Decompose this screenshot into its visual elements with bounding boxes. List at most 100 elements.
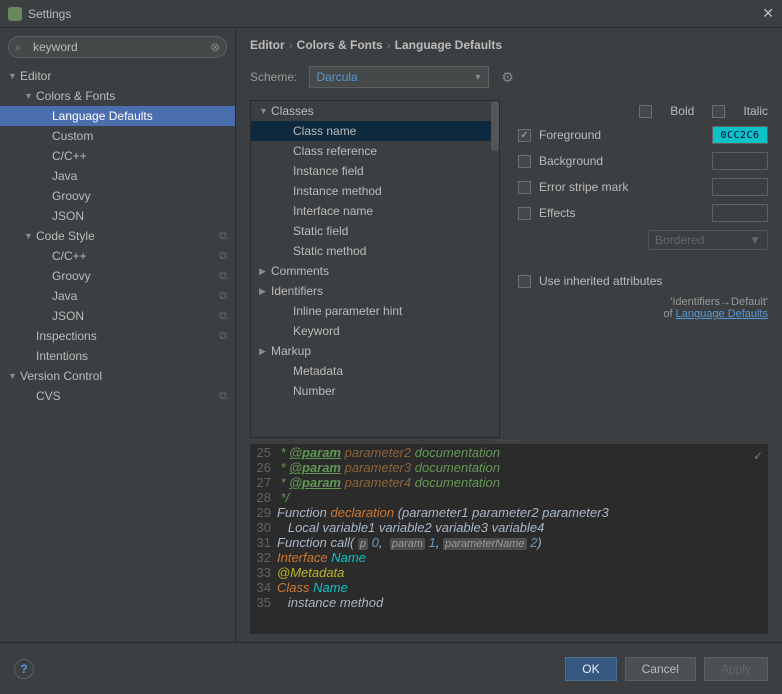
attribute-item[interactable]: Static method — [251, 241, 499, 261]
attribute-label: Identifiers — [271, 284, 323, 298]
search-input[interactable] — [8, 36, 227, 58]
attribute-label: Comments — [271, 264, 329, 278]
sidebar-item[interactable]: Java — [0, 166, 235, 186]
ok-button[interactable]: OK — [565, 657, 616, 681]
gear-icon[interactable]: ⚙ — [501, 69, 514, 86]
sidebar-item[interactable]: Java⧉ — [0, 286, 235, 306]
breadcrumb: Editor›Colors & Fonts›Language Defaults — [236, 28, 782, 58]
attribute-item[interactable]: Interface name — [251, 201, 499, 221]
attribute-item[interactable]: Class reference — [251, 141, 499, 161]
line-number: 28 — [251, 490, 277, 505]
scope-icon: ⧉ — [219, 310, 227, 323]
attribute-item[interactable]: ▶Markup — [251, 341, 499, 361]
cancel-button[interactable]: Cancel — [625, 657, 696, 681]
sidebar-item[interactable]: Groovy — [0, 186, 235, 206]
errorstripe-checkbox[interactable] — [518, 181, 531, 194]
preview-editor[interactable]: ✓ 25 * @param parameter2 documentation26… — [250, 444, 768, 634]
sidebar-item-label: Groovy — [52, 189, 227, 203]
sidebar-item-label: CVS — [36, 389, 219, 403]
effects-label: Effects — [539, 206, 704, 220]
sidebar-item[interactable]: Custom — [0, 126, 235, 146]
line-number: 26 — [251, 460, 277, 475]
foreground-swatch[interactable]: 0CC2C6 — [712, 126, 768, 144]
line-number: 30 — [251, 520, 277, 535]
code-line: 28 */ — [251, 490, 767, 505]
close-icon[interactable]: ✕ — [762, 5, 774, 22]
sidebar-item-label: Intentions — [36, 349, 227, 363]
attribute-item[interactable]: Instance field — [251, 161, 499, 181]
scheme-combo[interactable]: Darcula ▼ — [309, 66, 489, 88]
line-number: 31 — [251, 535, 277, 550]
breadcrumb-b: Colors & Fonts — [297, 38, 383, 52]
attribute-list[interactable]: ▼ClassesClass nameClass reference Instanc… — [250, 100, 500, 438]
code-line: 34Class Name — [251, 580, 767, 595]
code-line: 32Interface Name — [251, 550, 767, 565]
app-icon — [8, 7, 22, 21]
attribute-label: Instance field — [293, 164, 364, 178]
scope-icon: ⧉ — [219, 230, 227, 243]
italic-checkbox[interactable] — [712, 105, 725, 118]
sidebar-item[interactable]: C/C++ — [0, 146, 235, 166]
background-swatch[interactable] — [712, 152, 768, 170]
sidebar: ⌕ ⊗ ▼Editor▼Colors & FontsLanguage Defau… — [0, 28, 236, 642]
scope-icon: ⧉ — [219, 330, 227, 343]
bold-checkbox[interactable] — [639, 105, 652, 118]
sidebar-item-label: Editor — [20, 69, 227, 83]
attribute-label: Static field — [293, 224, 348, 238]
scheme-value: Darcula — [316, 70, 357, 84]
background-label: Background — [539, 154, 704, 168]
sidebar-item[interactable]: Language Defaults — [0, 106, 235, 126]
attribute-item[interactable]: Instance method — [251, 181, 499, 201]
sidebar-item[interactable]: ▼Editor — [0, 66, 235, 86]
sidebar-item[interactable]: JSON⧉ — [0, 306, 235, 326]
italic-label: Italic — [743, 104, 768, 118]
errorstripe-label: Error stripe mark — [539, 180, 704, 194]
sidebar-item[interactable]: ▼Code Style⧉ — [0, 226, 235, 246]
code-text: Function declaration (parameter1 paramet… — [277, 505, 609, 520]
attribute-item[interactable]: Keyword — [251, 321, 499, 341]
inherit-link[interactable]: Language Defaults — [676, 308, 768, 320]
arrow-icon: ▼ — [259, 106, 271, 116]
sidebar-item[interactable]: JSON — [0, 206, 235, 226]
scrollbar[interactable] — [491, 101, 499, 151]
attribute-item[interactable]: Static field — [251, 221, 499, 241]
code-text: Class Name — [277, 580, 348, 595]
sidebar-item[interactable]: ▼Colors & Fonts — [0, 86, 235, 106]
arrow-icon: ▶ — [259, 346, 271, 357]
errorstripe-swatch[interactable] — [712, 178, 768, 196]
background-checkbox[interactable] — [518, 155, 531, 168]
attribute-label: Keyword — [293, 324, 340, 338]
attribute-item[interactable]: ▼Classes — [251, 101, 499, 121]
sidebar-item[interactable]: CVS⧉ — [0, 386, 235, 406]
bold-label: Bold — [670, 104, 694, 118]
chevron-down-icon: ▼ — [749, 233, 761, 247]
attribute-label: Markup — [271, 344, 311, 358]
clear-icon[interactable]: ⊗ — [210, 40, 220, 54]
foreground-checkbox[interactable] — [518, 129, 531, 142]
attribute-item[interactable]: Class name — [251, 121, 499, 141]
attribute-item[interactable]: ▶Comments — [251, 261, 499, 281]
sidebar-item[interactable]: Inspections⧉ — [0, 326, 235, 346]
attribute-label: Static method — [293, 244, 366, 258]
code-line: 29Function declaration (parameter1 param… — [251, 505, 767, 520]
effects-checkbox[interactable] — [518, 207, 531, 220]
effects-swatch[interactable] — [712, 204, 768, 222]
sidebar-item[interactable]: Intentions — [0, 346, 235, 366]
attribute-item[interactable]: Inline parameter hint — [251, 301, 499, 321]
sidebar-item[interactable]: ▼Version Control — [0, 366, 235, 386]
sidebar-item[interactable]: C/C++⧉ — [0, 246, 235, 266]
help-button[interactable]: ? — [14, 659, 34, 679]
sidebar-item-label: Java — [52, 289, 219, 303]
sidebar-item-label: Colors & Fonts — [36, 89, 227, 103]
attribute-item[interactable]: Number — [251, 381, 499, 401]
code-text: @Metadata — [277, 565, 344, 580]
sidebar-item[interactable]: Groovy⧉ — [0, 266, 235, 286]
apply-button[interactable]: Apply — [704, 657, 768, 681]
code-line: 35 instance method — [251, 595, 767, 610]
attribute-item[interactable]: Metadata — [251, 361, 499, 381]
attribute-item[interactable]: ▶Identifiers — [251, 281, 499, 301]
sidebar-item-label: Java — [52, 169, 227, 183]
inherit-checkbox[interactable] — [518, 275, 531, 288]
code-line: 25 * @param parameter2 documentation — [251, 445, 767, 460]
effects-type-value: Bordered — [655, 233, 704, 247]
